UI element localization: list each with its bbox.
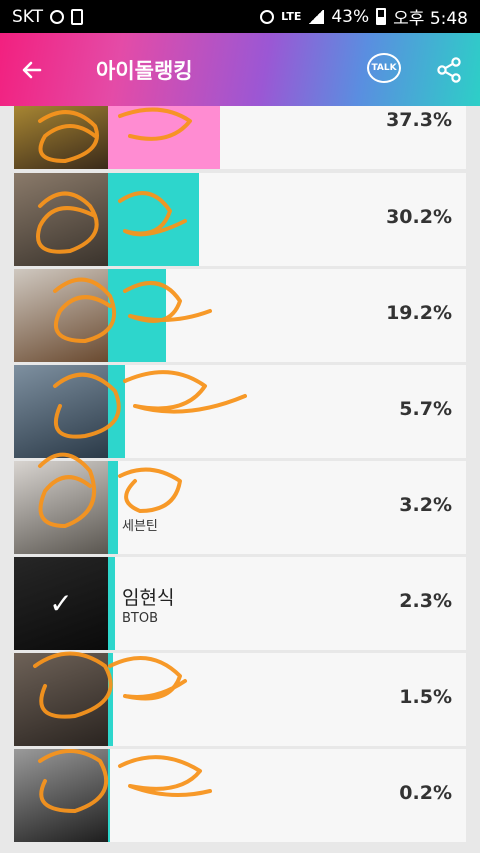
status-left: SKT <box>12 6 84 27</box>
vote-bar <box>108 653 113 746</box>
idol-name: 임현식 <box>122 587 175 609</box>
vote-percent: 2.3% <box>399 590 452 612</box>
idol-photo <box>14 173 108 266</box>
lte-label: LTE <box>281 10 302 23</box>
vote-bar <box>108 365 125 458</box>
share-button[interactable] <box>434 55 464 85</box>
ranking-row[interactable]: 0.2% <box>14 749 466 842</box>
alarm-icon <box>260 9 275 24</box>
talk-label: TALK <box>371 63 397 73</box>
signal-icon <box>308 9 325 24</box>
ranking-list[interactable]: 37.3% 30.2% 19.2% 5.7% 세븐틴 3.2% ✓ 임현식 BT… <box>0 106 480 853</box>
back-button[interactable] <box>14 53 50 87</box>
idol-photo <box>14 106 108 169</box>
phone-icon <box>71 8 84 25</box>
idol-photo <box>14 461 108 554</box>
status-bar: SKT LTE 43% 오후 5:48 <box>0 0 480 33</box>
idol-group: BTOB <box>122 611 159 626</box>
vote-bar <box>108 461 118 554</box>
vote-bar <box>108 173 199 266</box>
vote-percent: 0.2% <box>399 782 452 804</box>
ranking-row[interactable]: 19.2% <box>14 269 466 362</box>
notification-icon <box>50 9 65 24</box>
vote-percent: 37.3% <box>386 109 452 131</box>
vote-bar <box>108 557 115 650</box>
vote-bar <box>108 269 166 362</box>
battery-icon <box>376 8 387 25</box>
status-right: LTE 43% 오후 5:48 <box>260 4 468 29</box>
vote-bar <box>108 749 110 842</box>
vote-percent: 5.7% <box>399 398 452 420</box>
ranking-row[interactable]: 37.3% <box>14 106 466 169</box>
check-icon: ✓ <box>14 557 108 650</box>
arrow-left-icon <box>22 61 42 79</box>
idol-photo <box>14 749 108 842</box>
idol-photo <box>14 653 108 746</box>
page-title: 아이돌랭킹 <box>96 59 193 83</box>
kakaotalk-share-button[interactable]: TALK <box>367 53 401 83</box>
idol-photo <box>14 365 108 458</box>
ranking-row[interactable]: 5.7% <box>14 365 466 458</box>
ranking-row[interactable]: 세븐틴 3.2% <box>14 461 466 554</box>
app-header: 아이돌랭킹 TALK <box>0 33 480 106</box>
vote-percent: 1.5% <box>399 686 452 708</box>
idol-photo <box>14 269 108 362</box>
ranking-row[interactable]: 30.2% <box>14 173 466 266</box>
vote-percent: 30.2% <box>386 206 452 228</box>
vote-percent: 3.2% <box>399 494 452 516</box>
idol-group: 세븐틴 <box>122 519 158 534</box>
share-icon <box>437 57 461 83</box>
ranking-row[interactable]: 1.5% <box>14 653 466 746</box>
clock: 오후 5:48 <box>393 9 468 29</box>
carrier-label: SKT <box>12 6 44 27</box>
ranking-row[interactable]: ✓ 임현식 BTOB 2.3% <box>14 557 466 650</box>
vote-bar <box>108 106 220 169</box>
vote-percent: 19.2% <box>386 302 452 324</box>
idol-photo: ✓ <box>14 557 108 650</box>
battery-percent: 43% <box>331 6 370 27</box>
